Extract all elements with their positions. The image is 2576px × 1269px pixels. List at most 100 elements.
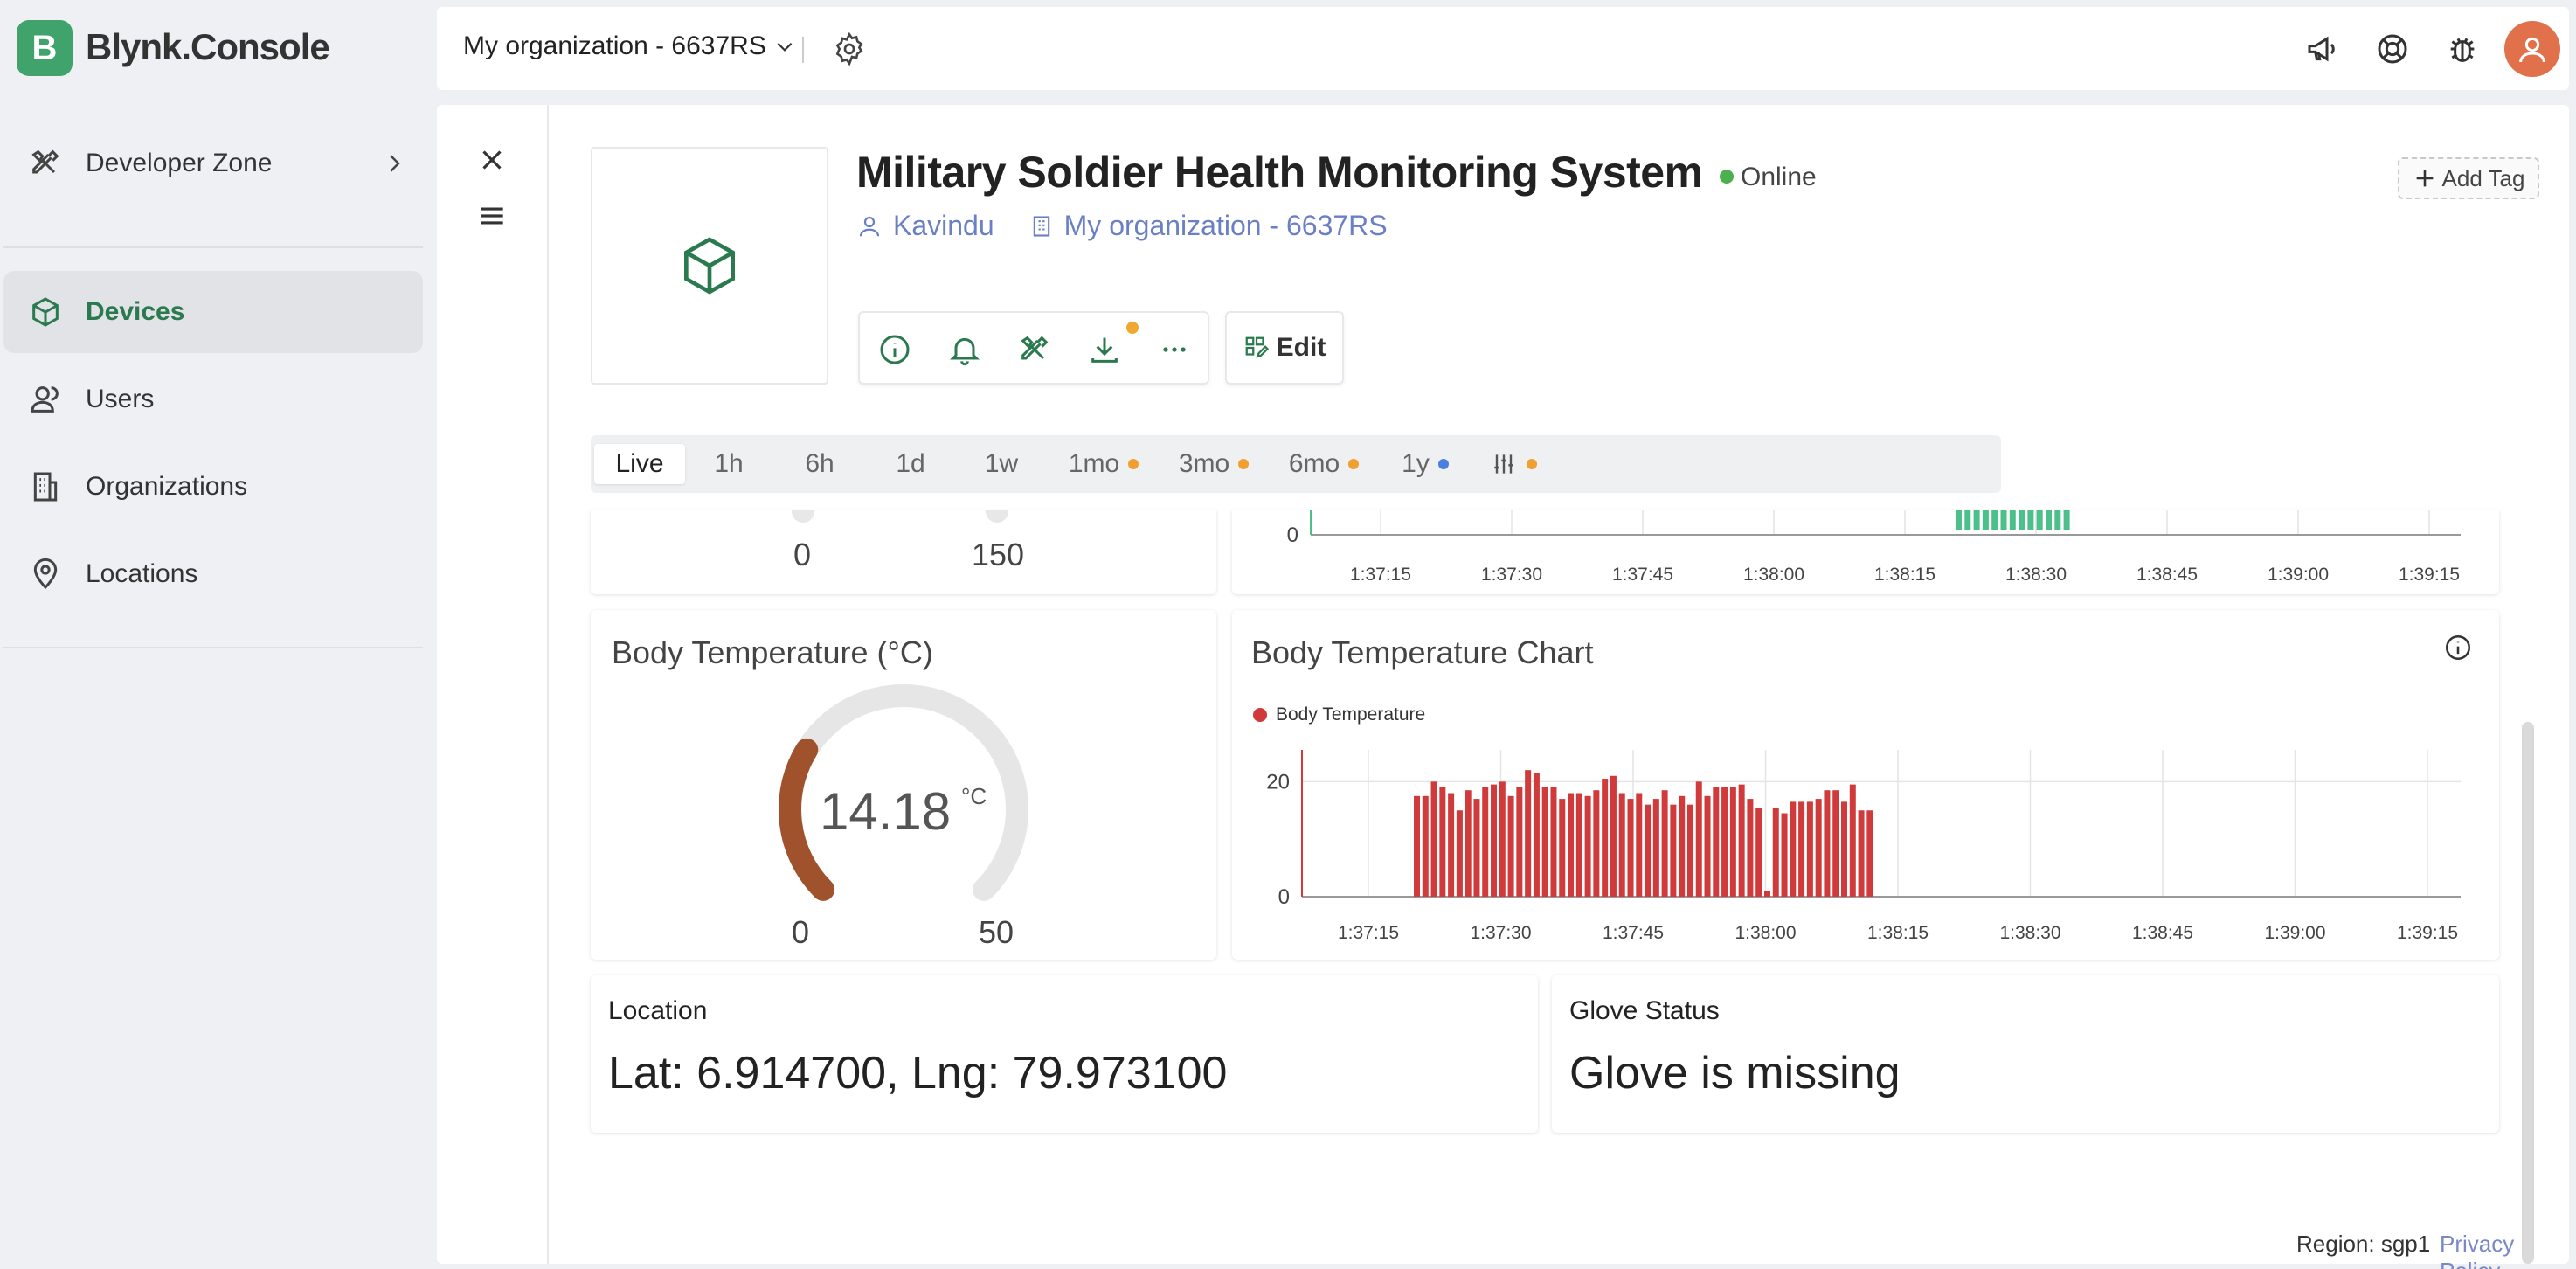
cube-icon xyxy=(28,295,63,329)
bar xyxy=(1798,801,1805,897)
bar xyxy=(2009,510,2016,530)
time-range-1w[interactable]: 1w xyxy=(966,444,1036,484)
tools-icon[interactable] xyxy=(1017,332,1052,367)
body-temp-chart-widget[interactable]: Body Temperature Chart Body Temperature … xyxy=(1232,610,2499,960)
device-action-bar xyxy=(858,311,1209,385)
body-temp-gauge-widget[interactable]: Body Temperature (°C) 14.18 °C 0 50 xyxy=(591,610,1216,960)
add-tag-button[interactable]: Add Tag xyxy=(2398,157,2539,199)
hamburger-menu-icon[interactable] xyxy=(475,199,509,232)
bar xyxy=(1533,773,1540,897)
location-widget[interactable]: Location Lat: 6.914700, Lng: 79.973100 xyxy=(591,975,1538,1133)
close-icon[interactable] xyxy=(475,143,509,177)
gauge-min: 0 xyxy=(793,537,812,572)
avatar[interactable] xyxy=(2504,21,2560,77)
bar xyxy=(1541,787,1548,897)
gauge-max: 50 xyxy=(979,914,1014,950)
x-tick-label: 1:37:45 xyxy=(1612,565,1673,585)
x-tick-label: 1:38:00 xyxy=(1743,565,1804,585)
x-tick-label: 1:38:15 xyxy=(1874,565,1935,585)
more-dots-icon[interactable] xyxy=(1157,332,1192,367)
time-range-6h[interactable]: 6h xyxy=(785,444,855,484)
org-selector[interactable]: My organization - 6637RS xyxy=(463,31,796,61)
premium-dot xyxy=(1238,459,1250,469)
y-tick-label: 0 xyxy=(1278,885,1290,909)
time-range-custom[interactable] xyxy=(1478,444,1548,484)
bar xyxy=(1956,510,1962,530)
bar xyxy=(1721,787,1728,897)
edit-dashboard-icon xyxy=(1243,335,1270,361)
time-range-1d[interactable]: 1d xyxy=(876,444,945,484)
bar xyxy=(1755,807,1762,897)
bell-icon[interactable] xyxy=(947,332,982,367)
time-range-1mo[interactable]: 1mo xyxy=(1056,444,1152,484)
bar xyxy=(1772,807,1779,897)
privacy-policy-link[interactable]: Privacy Policy xyxy=(2440,1231,2576,1269)
edit-label: Edit xyxy=(1276,333,1326,362)
time-range-3mo[interactable]: 3mo xyxy=(1166,444,1262,484)
bar xyxy=(1507,795,1514,897)
brand-name[interactable]: Blynk.Console xyxy=(86,26,330,68)
x-tick-label: 1:38:45 xyxy=(2136,565,2198,585)
sidebar-item-developer-zone[interactable]: Developer Zone xyxy=(0,122,423,205)
bar xyxy=(1704,795,1711,897)
map-pin-icon xyxy=(28,557,63,592)
glove-status-value: Glove is missing xyxy=(1569,1048,1901,1099)
bar xyxy=(1499,781,1506,897)
status-badge: Online xyxy=(1741,163,1817,191)
bar xyxy=(1841,801,1847,897)
time-range-1h[interactable]: 1h xyxy=(694,444,764,484)
help-lifebuoy-icon[interactable] xyxy=(2375,31,2410,66)
brand-logo[interactable]: B xyxy=(17,20,73,76)
info-icon[interactable] xyxy=(877,332,912,367)
x-tick-label: 1:37:30 xyxy=(1481,565,1542,585)
panel-rail xyxy=(437,105,549,1264)
bar xyxy=(1832,790,1839,897)
top-gauge-widget[interactable]: 0 150 xyxy=(591,510,1216,594)
bar xyxy=(1414,795,1420,897)
owner-link[interactable]: Kavindu xyxy=(893,210,994,242)
bar xyxy=(1713,787,1720,897)
bar xyxy=(1559,799,1566,897)
sidebar-item-locations[interactable]: Locations xyxy=(0,533,423,615)
y-tick-label: 20 xyxy=(1266,770,1290,794)
premium-dot xyxy=(1527,459,1537,469)
time-range-6mo[interactable]: 6mo xyxy=(1276,444,1372,484)
premium-dot xyxy=(1128,459,1139,469)
bug-icon[interactable] xyxy=(2445,31,2480,66)
bar xyxy=(2063,510,2070,530)
glove-status-widget[interactable]: Glove Status Glove is missing xyxy=(1552,975,2499,1133)
bar xyxy=(1575,793,1582,897)
scrollbar[interactable] xyxy=(2522,722,2534,1264)
y-tick-label: 0 xyxy=(1287,524,1298,547)
bar xyxy=(1849,784,1856,897)
megaphone-icon[interactable] xyxy=(2305,31,2340,66)
gauge-value: 14.18 xyxy=(820,782,952,841)
gear-icon[interactable] xyxy=(832,31,867,66)
time-range-1y[interactable]: 1y xyxy=(1386,444,1465,484)
sidebar-item-organizations[interactable]: Organizations xyxy=(0,446,423,528)
bar xyxy=(1491,784,1498,897)
download-icon[interactable] xyxy=(1087,332,1122,367)
time-range-live[interactable]: Live xyxy=(594,444,685,484)
x-tick-label: 1:39:15 xyxy=(2399,565,2460,585)
bar xyxy=(1568,793,1575,897)
chevron-down-icon xyxy=(773,35,796,58)
bar xyxy=(1627,799,1634,897)
bar xyxy=(1806,801,1813,897)
bar xyxy=(1456,810,1463,897)
sidebar-item-label: Devices xyxy=(86,297,185,326)
top-chart-widget[interactable]: 1:37:15 1:37:30 1:37:45 1:38:00 1:38:15 1:38:… xyxy=(1232,510,2499,594)
sidebar-item-devices[interactable]: Devices xyxy=(3,271,423,353)
edit-button[interactable]: Edit xyxy=(1225,311,1344,385)
bar xyxy=(1738,784,1745,897)
gauge-arc-end xyxy=(792,510,814,523)
bar xyxy=(1824,790,1831,897)
x-tick-label: 1:37:15 xyxy=(1350,565,1411,585)
bar xyxy=(1858,810,1865,897)
organization-link[interactable]: My organization - 6637RS xyxy=(1064,210,1388,242)
bar xyxy=(1516,787,1523,897)
device-image[interactable] xyxy=(591,147,828,385)
user-icon xyxy=(856,213,883,239)
x-tick-label: 1:38:45 xyxy=(2132,923,2193,943)
sidebar-item-users[interactable]: Users xyxy=(0,358,423,440)
